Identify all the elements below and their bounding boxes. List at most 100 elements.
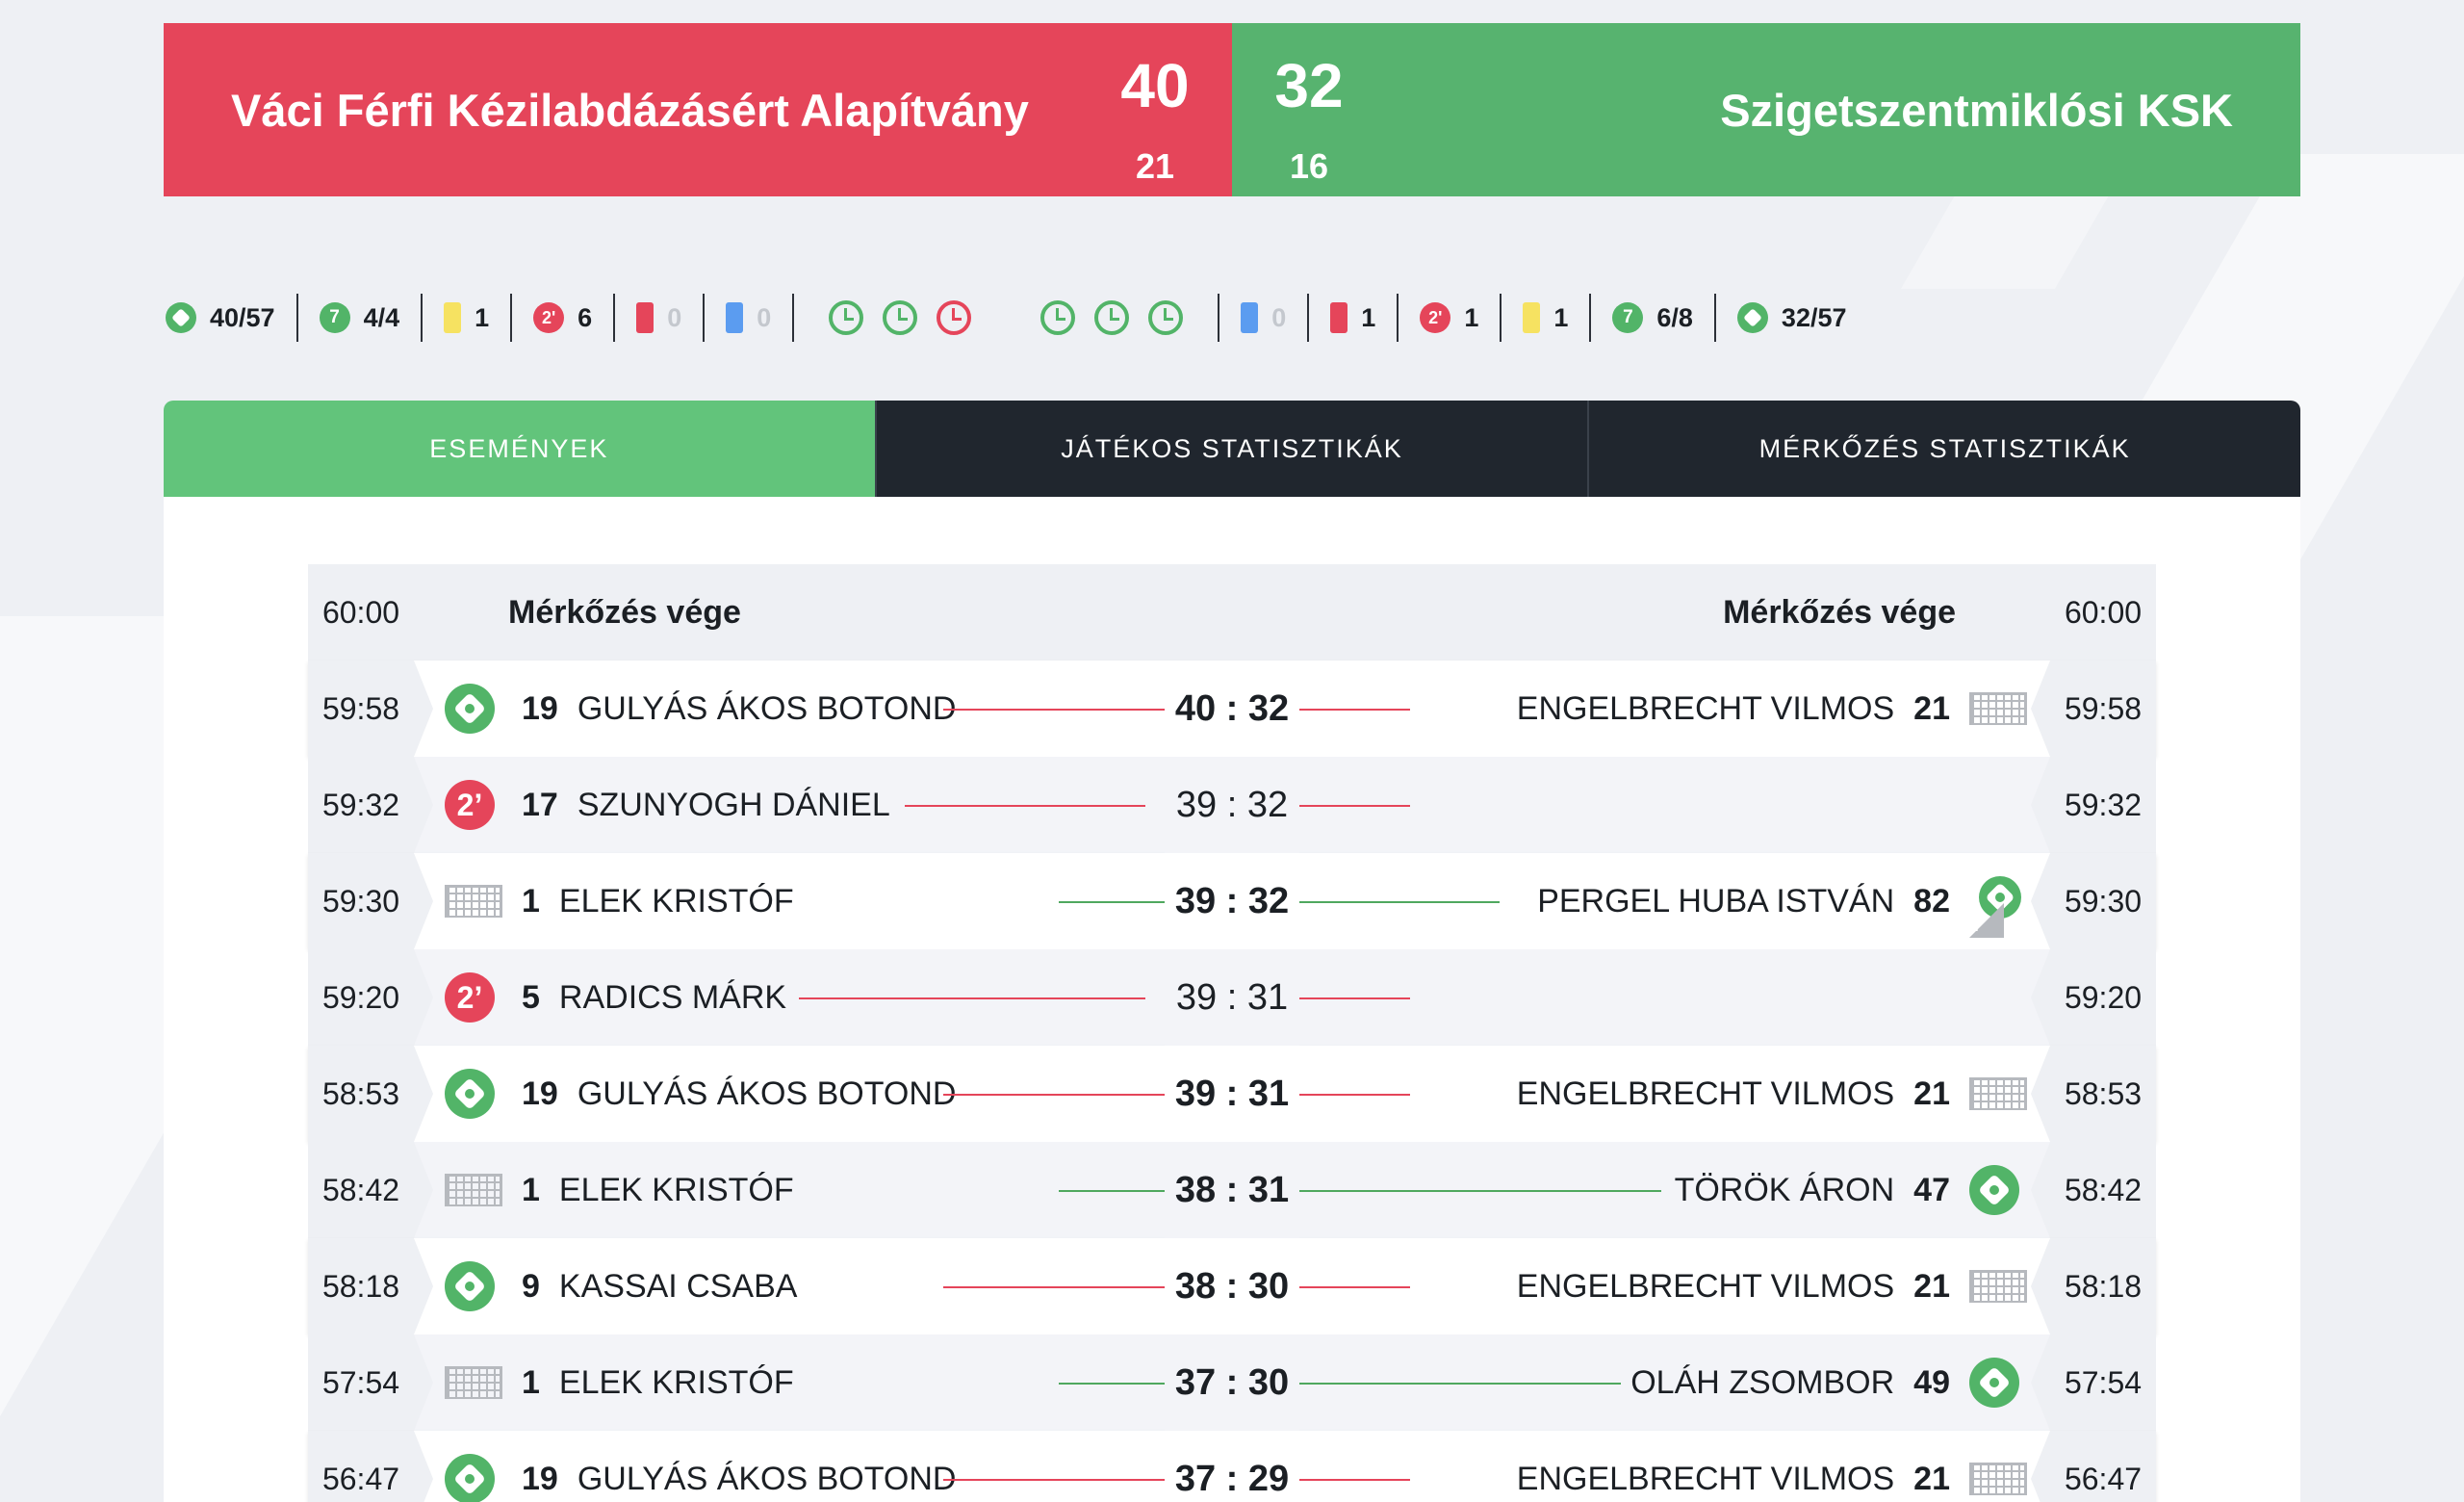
event-time: 58:42 [2031,1142,2156,1238]
player-number: 19 [522,1075,558,1112]
player-number: 19 [522,689,558,727]
timeout-clock-icon [1040,300,1076,335]
away-score: 32 [1274,51,1344,120]
event-row: 58:53 19 GULYÁS ÁKOS BOTOND 39 : 31 ENGELBRE… [308,1046,2156,1142]
ball-icon [445,684,495,734]
home-sevens-stat: 7 4/4 [298,289,422,347]
event-time: 58:53 [308,1046,433,1142]
seven-meter-goal-icon: 7 [1969,876,2021,938]
event-time: 56:47 [2031,1431,2156,1502]
home-event-line [905,805,1145,807]
home-player[interactable]: 1 ELEK KRISTÓF [522,1334,794,1431]
home-player[interactable]: 19 GULYÁS ÁKOS BOTOND [522,1046,956,1142]
away-player[interactable]: ENGELBRECHT VILMOS 21 [1517,1046,1950,1142]
tab-player-stats[interactable]: JÁTÉKOS STATISZTIKÁK [874,401,1588,497]
player-name: RADICS MÁRK [558,978,787,1016]
home-player[interactable]: 5 RADICS MÁRK [522,949,786,1046]
home-team-name[interactable]: Váci Férfi Kézilabdázásért Alapítvány [231,23,1029,196]
away-halftime-score: 16 [1289,146,1329,186]
running-score: 39 : 31 [1165,949,1299,1046]
player-number: 47 [1913,1171,1950,1208]
goal-net-icon [445,1165,502,1215]
player-name: GULYÁS ÁKOS BOTOND [577,1075,957,1112]
event-time: 56:47 [308,1431,433,1502]
player-number: 17 [522,786,558,823]
away-player[interactable]: TÖRÖK ÁRON 47 [1675,1142,1950,1238]
seven-meter-icon: 7 [319,302,350,333]
red-card-icon [1330,302,1348,333]
tab-events[interactable]: ESEMÉNYEK [164,401,875,497]
home-event-line [1299,997,1410,999]
timeout-clock-icon [883,300,918,335]
away-player[interactable]: ENGELBRECHT VILMOS 21 [1517,1431,1950,1502]
ball-icon [445,1454,495,1502]
timeout-clock-icon [829,300,864,335]
away-player[interactable]: OLÁH ZSOMBOR 49 [1630,1334,1950,1431]
match-end-label: Mérkőzés vége [1723,593,1956,631]
away-team-name[interactable]: Szigetszentmiklósi KSK [1720,23,2233,196]
home-player[interactable]: 19 GULYÁS ÁKOS BOTOND [522,1431,956,1502]
event-time: 59:32 [2031,757,2156,853]
home-goals-value: 40/57 [210,302,275,332]
player-number: 5 [522,978,540,1016]
player-name: ENGELBRECHT VILMOS [1516,1267,1895,1305]
event-time: 58:42 [308,1142,433,1238]
away-player[interactable]: ENGELBRECHT VILMOS 21 [1517,660,1950,757]
two-minute-icon: 2' [533,302,565,333]
event-time: 59:58 [2031,660,2156,757]
event-time: 60:00 [2031,564,2156,660]
event-time: 57:54 [2031,1334,2156,1431]
home-blue-stat: 0 [705,289,792,347]
player-number: 21 [1913,1267,1950,1305]
away-blue-stat: 0 [1219,289,1307,347]
home-team-panel: Váci Férfi Kézilabdázásért Alapítvány 40… [164,23,1232,196]
player-name: ELEK KRISTÓF [558,1363,794,1401]
event-time: 60:00 [308,564,433,660]
player-name: TÖRÖK ÁRON [1674,1171,1895,1208]
home-red-value: 0 [667,302,682,332]
away-yellow-value: 1 [1553,302,1569,332]
home-player[interactable]: 1 ELEK KRISTÓF [522,853,794,949]
timeout-clock-icon [937,300,972,335]
away-player[interactable]: ENGELBRECHT VILMOS 21 [1517,1238,1950,1334]
player-number: 1 [522,1171,540,1208]
event-row: 56:47 19 GULYÁS ÁKOS BOTOND 37 : 29 ENGELBRE… [308,1431,2156,1502]
away-timeouts [1006,289,1218,347]
home-halftime-score: 21 [1135,146,1175,186]
seven-meter-icon: 7 [1612,302,1644,333]
away-goals-value: 32/57 [1781,302,1847,332]
event-row: 58:42 1 ELEK KRISTÓF 38 : 31 TÖRÖK ÁRON 47 58:… [308,1142,2156,1238]
events-panel: 60:00 Mérkőzés vége Mérkőzés vége 60:00 … [164,497,2300,1502]
player-name: GULYÁS ÁKOS BOTOND [577,689,957,727]
home-player[interactable]: 9 KASSAI CSABA [522,1238,797,1334]
home-goals-stat: 40/57 [144,289,296,347]
home-player[interactable]: 1 ELEK KRISTÓF [522,1142,794,1238]
home-event-line [1299,805,1410,807]
events-list: 60:00 Mérkőzés vége Mérkőzés vége 60:00 … [308,564,2156,1502]
yellow-card-icon [444,302,462,333]
home-blue-value: 0 [757,302,772,332]
timeout-clock-icon [1148,300,1184,335]
away-team-panel: 32 16 Szigetszentmiklósi KSK [1232,23,2300,196]
event-row: 58:18 9 KASSAI CSABA 38 : 30 ENGELBRECHT VIL… [308,1238,2156,1334]
goal-net-icon [445,876,502,926]
home-player[interactable]: 17 SZUNYOGH DÁNIEL [522,757,890,853]
player-name: SZUNYOGH DÁNIEL [577,786,890,823]
away-player[interactable]: PERGEL HUBA ISTVÁN 82 [1537,853,1950,949]
player-number: 21 [1913,1460,1950,1497]
player-number: 82 [1913,882,1950,919]
player-name: KASSAI CSABA [558,1267,798,1305]
player-name: ENGELBRECHT VILMOS [1516,1460,1895,1497]
scoreboard: Váci Férfi Kézilabdázásért Alapítvány 40… [164,23,2300,196]
ball-icon [1736,302,1768,333]
event-time: 59:20 [308,949,433,1046]
player-number: 1 [522,1363,540,1401]
home-player[interactable]: 19 GULYÁS ÁKOS BOTOND [522,660,956,757]
tab-match-stats[interactable]: MÉRKŐZÉS STATISZTIKÁK [1587,401,2301,497]
player-number: 1 [522,882,540,919]
away-event-line [1059,1383,1165,1385]
ball-icon [1969,1358,2019,1408]
timeout-clock-icon [1094,300,1130,335]
home-timeouts [794,289,1006,347]
player-number: 21 [1913,1075,1950,1112]
